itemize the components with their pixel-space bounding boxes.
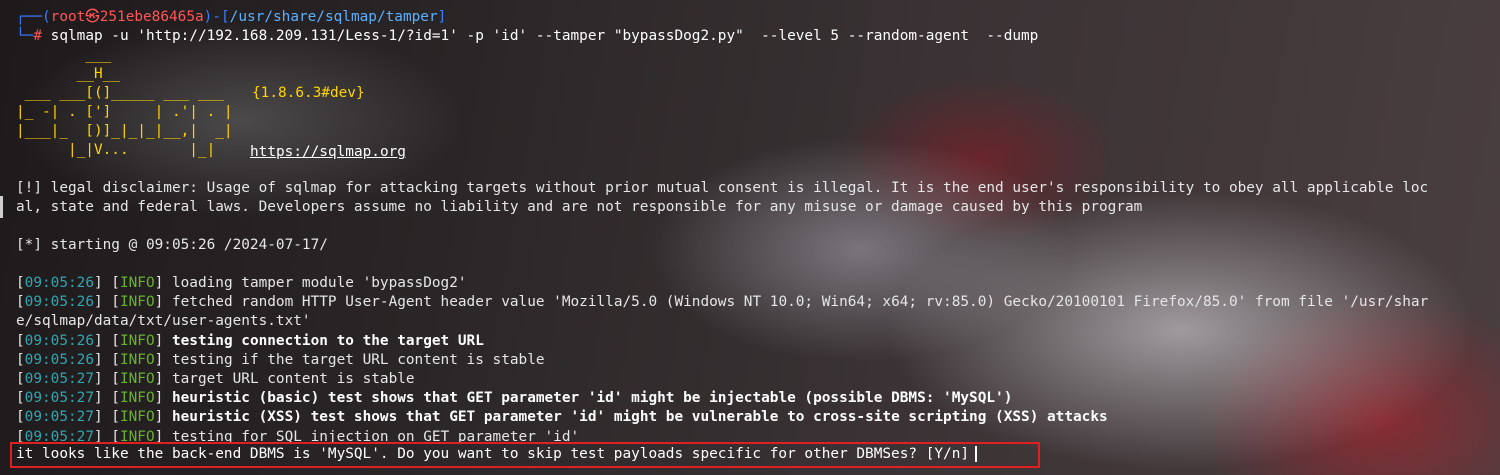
log-timestamp: 09:05:27 bbox=[24, 409, 94, 426]
log-line: [09:05:26] [INFO] testing if the target … bbox=[16, 351, 545, 368]
log-timestamp: 09:05:26 bbox=[24, 351, 94, 368]
prompt-user-host: root㉿251ebe86465a bbox=[50, 9, 204, 25]
log-timestamp: 09:05:26 bbox=[24, 275, 94, 291]
version-label: {1.8.6.3#dev} bbox=[252, 85, 365, 101]
log-line: [09:05:26] [INFO] fetched random HTTP Us… bbox=[16, 294, 1429, 311]
log-level: INFO bbox=[119, 275, 155, 291]
log-timestamp: 09:05:26 bbox=[24, 332, 94, 349]
window-edge bbox=[0, 196, 3, 218]
log-line: e/sqlmap/data/txt/user-agents.txt' bbox=[16, 312, 311, 331]
log-timestamp: 09:05:26 bbox=[24, 294, 94, 311]
log-timestamp: 09:05:27 bbox=[24, 390, 94, 407]
legal-disclaimer: al, state and federal laws. Developers a… bbox=[16, 199, 1143, 215]
prompt-frame: ] bbox=[437, 9, 447, 25]
log-message: testing if the target URL content is sta… bbox=[171, 351, 545, 368]
log-level: INFO bbox=[119, 371, 155, 387]
log-level: INFO bbox=[119, 294, 155, 311]
log-level: INFO bbox=[119, 332, 155, 349]
terminal-window[interactable]: ┌──(root㉿251ebe86465a)-[/usr/share/sqlma… bbox=[0, 0, 1500, 475]
prompt-hash: # bbox=[33, 28, 42, 44]
sqlmap-logo-line: __H__ bbox=[16, 66, 120, 82]
prompt-frame: └─ bbox=[16, 28, 34, 44]
sqlmap-logo-line: |_ -| . ['] | .'| . | bbox=[16, 104, 233, 120]
question-text: it looks like the back-end DBMS is 'MySQ… bbox=[16, 446, 970, 462]
log-message: heuristic (XSS) test shows that GET para… bbox=[171, 409, 1108, 426]
sqlmap-logo-line: ___ bbox=[16, 47, 112, 63]
log-message: testing connection to the target URL bbox=[171, 332, 484, 349]
log-message: loading tamper module 'bypassDog2' bbox=[171, 275, 467, 291]
question-line[interactable]: it looks like the back-end DBMS is 'MySQ… bbox=[16, 445, 978, 464]
starting-line: [*] starting @ 09:05:26 /2024-07-17/ bbox=[16, 237, 328, 253]
text-cursor bbox=[975, 446, 978, 462]
legal-disclaimer: [!] legal disclaimer: Usage of sqlmap fo… bbox=[16, 180, 1429, 196]
command-line: └─# sqlmap -u 'http://192.168.209.131/Le… bbox=[16, 27, 1038, 46]
log-message: target URL content is stable bbox=[171, 371, 415, 387]
log-line: [09:05:26] [INFO] loading tamper module … bbox=[16, 275, 467, 291]
log-level: INFO bbox=[119, 390, 155, 407]
log-line: [09:05:27] [INFO] target URL content is … bbox=[16, 371, 415, 387]
log-line: [09:05:26] [INFO] testing connection to … bbox=[16, 332, 484, 349]
log-level: INFO bbox=[119, 351, 155, 368]
log-message: e/sqlmap/data/txt/user-agents.txt' bbox=[16, 313, 311, 330]
log-message: fetched random HTTP User-Agent header va… bbox=[171, 294, 1429, 311]
sqlmap-logo-line: |_|V... |_| bbox=[16, 142, 216, 158]
prompt-frame: )-[ bbox=[203, 9, 230, 25]
log-level: INFO bbox=[119, 409, 155, 426]
sqlmap-logo-line: |___|_ [)]_|_|_|__,| _| bbox=[16, 123, 233, 139]
log-line: [09:05:27] [INFO] heuristic (XSS) test s… bbox=[16, 409, 1108, 426]
log-line: [09:05:27] [INFO] heuristic (basic) test… bbox=[16, 390, 1013, 407]
sqlmap-logo-line: ___ ___[(]_____ ___ ___ bbox=[16, 85, 224, 101]
prompt-cwd: /usr/share/sqlmap/tamper bbox=[229, 9, 438, 25]
sqlmap-url-link[interactable]: https://sqlmap.org bbox=[250, 143, 406, 162]
prompt-frame: ┌──( bbox=[16, 9, 51, 25]
shell-prompt-line: ┌──(root㉿251ebe86465a)-[/usr/share/sqlma… bbox=[16, 8, 446, 27]
log-timestamp: 09:05:27 bbox=[24, 371, 94, 387]
log-message: heuristic (basic) test shows that GET pa… bbox=[171, 390, 1013, 407]
command-text: sqlmap -u 'http://192.168.209.131/Less-1… bbox=[42, 28, 1039, 44]
